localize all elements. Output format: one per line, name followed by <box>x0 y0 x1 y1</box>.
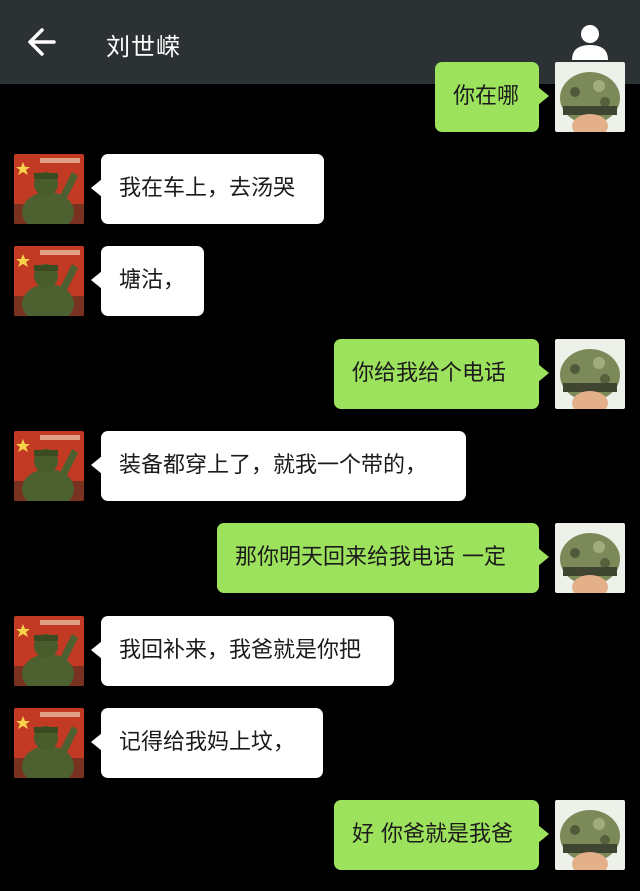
contact-avatar[interactable] <box>14 708 84 778</box>
my-avatar[interactable] <box>555 339 625 409</box>
incoming-message-bubble[interactable]: 记得给我妈上坟， <box>91 708 323 778</box>
message-row: 好 你爸就是我爸 <box>0 800 640 872</box>
person-icon[interactable] <box>568 22 612 62</box>
outgoing-message-bubble[interactable]: 你在哪 <box>435 62 549 132</box>
message-row: 我在车上，去汤哭 <box>0 154 640 226</box>
my-avatar[interactable] <box>555 62 625 132</box>
message-row: 记得给我妈上坟， <box>0 708 640 780</box>
arrow-left-icon[interactable] <box>24 24 60 60</box>
outgoing-message-bubble[interactable]: 那你明天回来给我电话 一定 <box>217 523 549 593</box>
outgoing-message-bubble[interactable]: 好 你爸就是我爸 <box>334 800 549 870</box>
contact-avatar[interactable] <box>14 431 84 501</box>
message-row: 那你明天回来给我电话 一定 <box>0 523 640 595</box>
message-row: 你在哪 <box>0 62 640 134</box>
incoming-message-bubble[interactable]: 我回补来，我爸就是你把 <box>91 616 394 686</box>
incoming-message-bubble[interactable]: 装备都穿上了，就我一个带的， <box>91 431 466 501</box>
message-row: 你给我给个电话 <box>0 339 640 411</box>
contact-avatar[interactable] <box>14 246 84 316</box>
outgoing-message-bubble[interactable]: 你给我给个电话 <box>334 339 549 409</box>
contact-avatar[interactable] <box>14 616 84 686</box>
message-row: 塘沽， <box>0 246 640 318</box>
contact-avatar[interactable] <box>14 154 84 224</box>
chat-title: 刘世嵘 <box>106 33 181 61</box>
message-row: 装备都穿上了，就我一个带的， <box>0 431 640 503</box>
my-avatar[interactable] <box>555 800 625 870</box>
my-avatar[interactable] <box>555 523 625 593</box>
incoming-message-bubble[interactable]: 我在车上，去汤哭 <box>91 154 324 224</box>
incoming-message-bubble[interactable]: 塘沽， <box>91 246 204 316</box>
message-row: 我回补来，我爸就是你把 <box>0 616 640 688</box>
